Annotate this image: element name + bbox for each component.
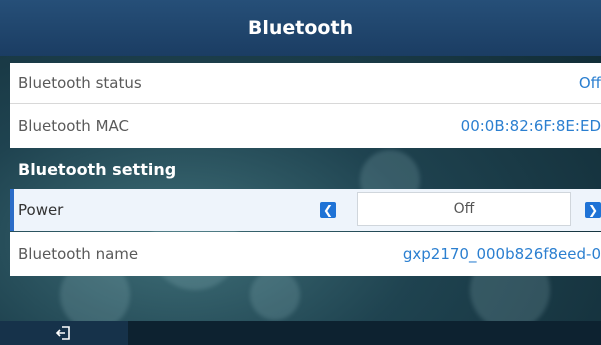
- bluetooth-mac-row: Bluetooth MAC 00:0B:82:6F:8E:ED: [10, 104, 601, 148]
- page-title: Bluetooth: [247, 17, 354, 39]
- bluetooth-name-row[interactable]: Bluetooth name gxp2170_000b826f8eed-0: [10, 232, 601, 276]
- power-label: Power: [18, 201, 64, 219]
- exit-icon: [55, 326, 70, 340]
- power-select[interactable]: Off: [357, 192, 571, 226]
- bluetooth-status-value: Off: [578, 74, 601, 92]
- bluetooth-mac-label: Bluetooth MAC: [18, 117, 129, 135]
- chevron-right-icon[interactable]: ❯: [585, 202, 601, 218]
- power-row[interactable]: Power ❮ Off ❯: [10, 189, 601, 231]
- back-softkey[interactable]: [0, 321, 128, 345]
- bokeh-decoration: [250, 270, 300, 320]
- title-bar: Bluetooth: [0, 0, 601, 56]
- bottom-softkey-bar: [0, 321, 601, 345]
- chevron-left-icon[interactable]: ❮: [320, 202, 336, 218]
- section-title: Bluetooth setting: [18, 160, 177, 179]
- bluetooth-status-row: Bluetooth status Off: [10, 63, 601, 103]
- bluetooth-name-label: Bluetooth name: [18, 245, 139, 263]
- power-selected-value: Off: [453, 201, 475, 217]
- bluetooth-mac-value: 00:0B:82:6F:8E:ED: [460, 117, 601, 135]
- bluetooth-status-label: Bluetooth status: [18, 74, 142, 92]
- section-header: Bluetooth setting: [10, 156, 601, 183]
- bluetooth-name-value: gxp2170_000b826f8eed-0: [402, 245, 601, 263]
